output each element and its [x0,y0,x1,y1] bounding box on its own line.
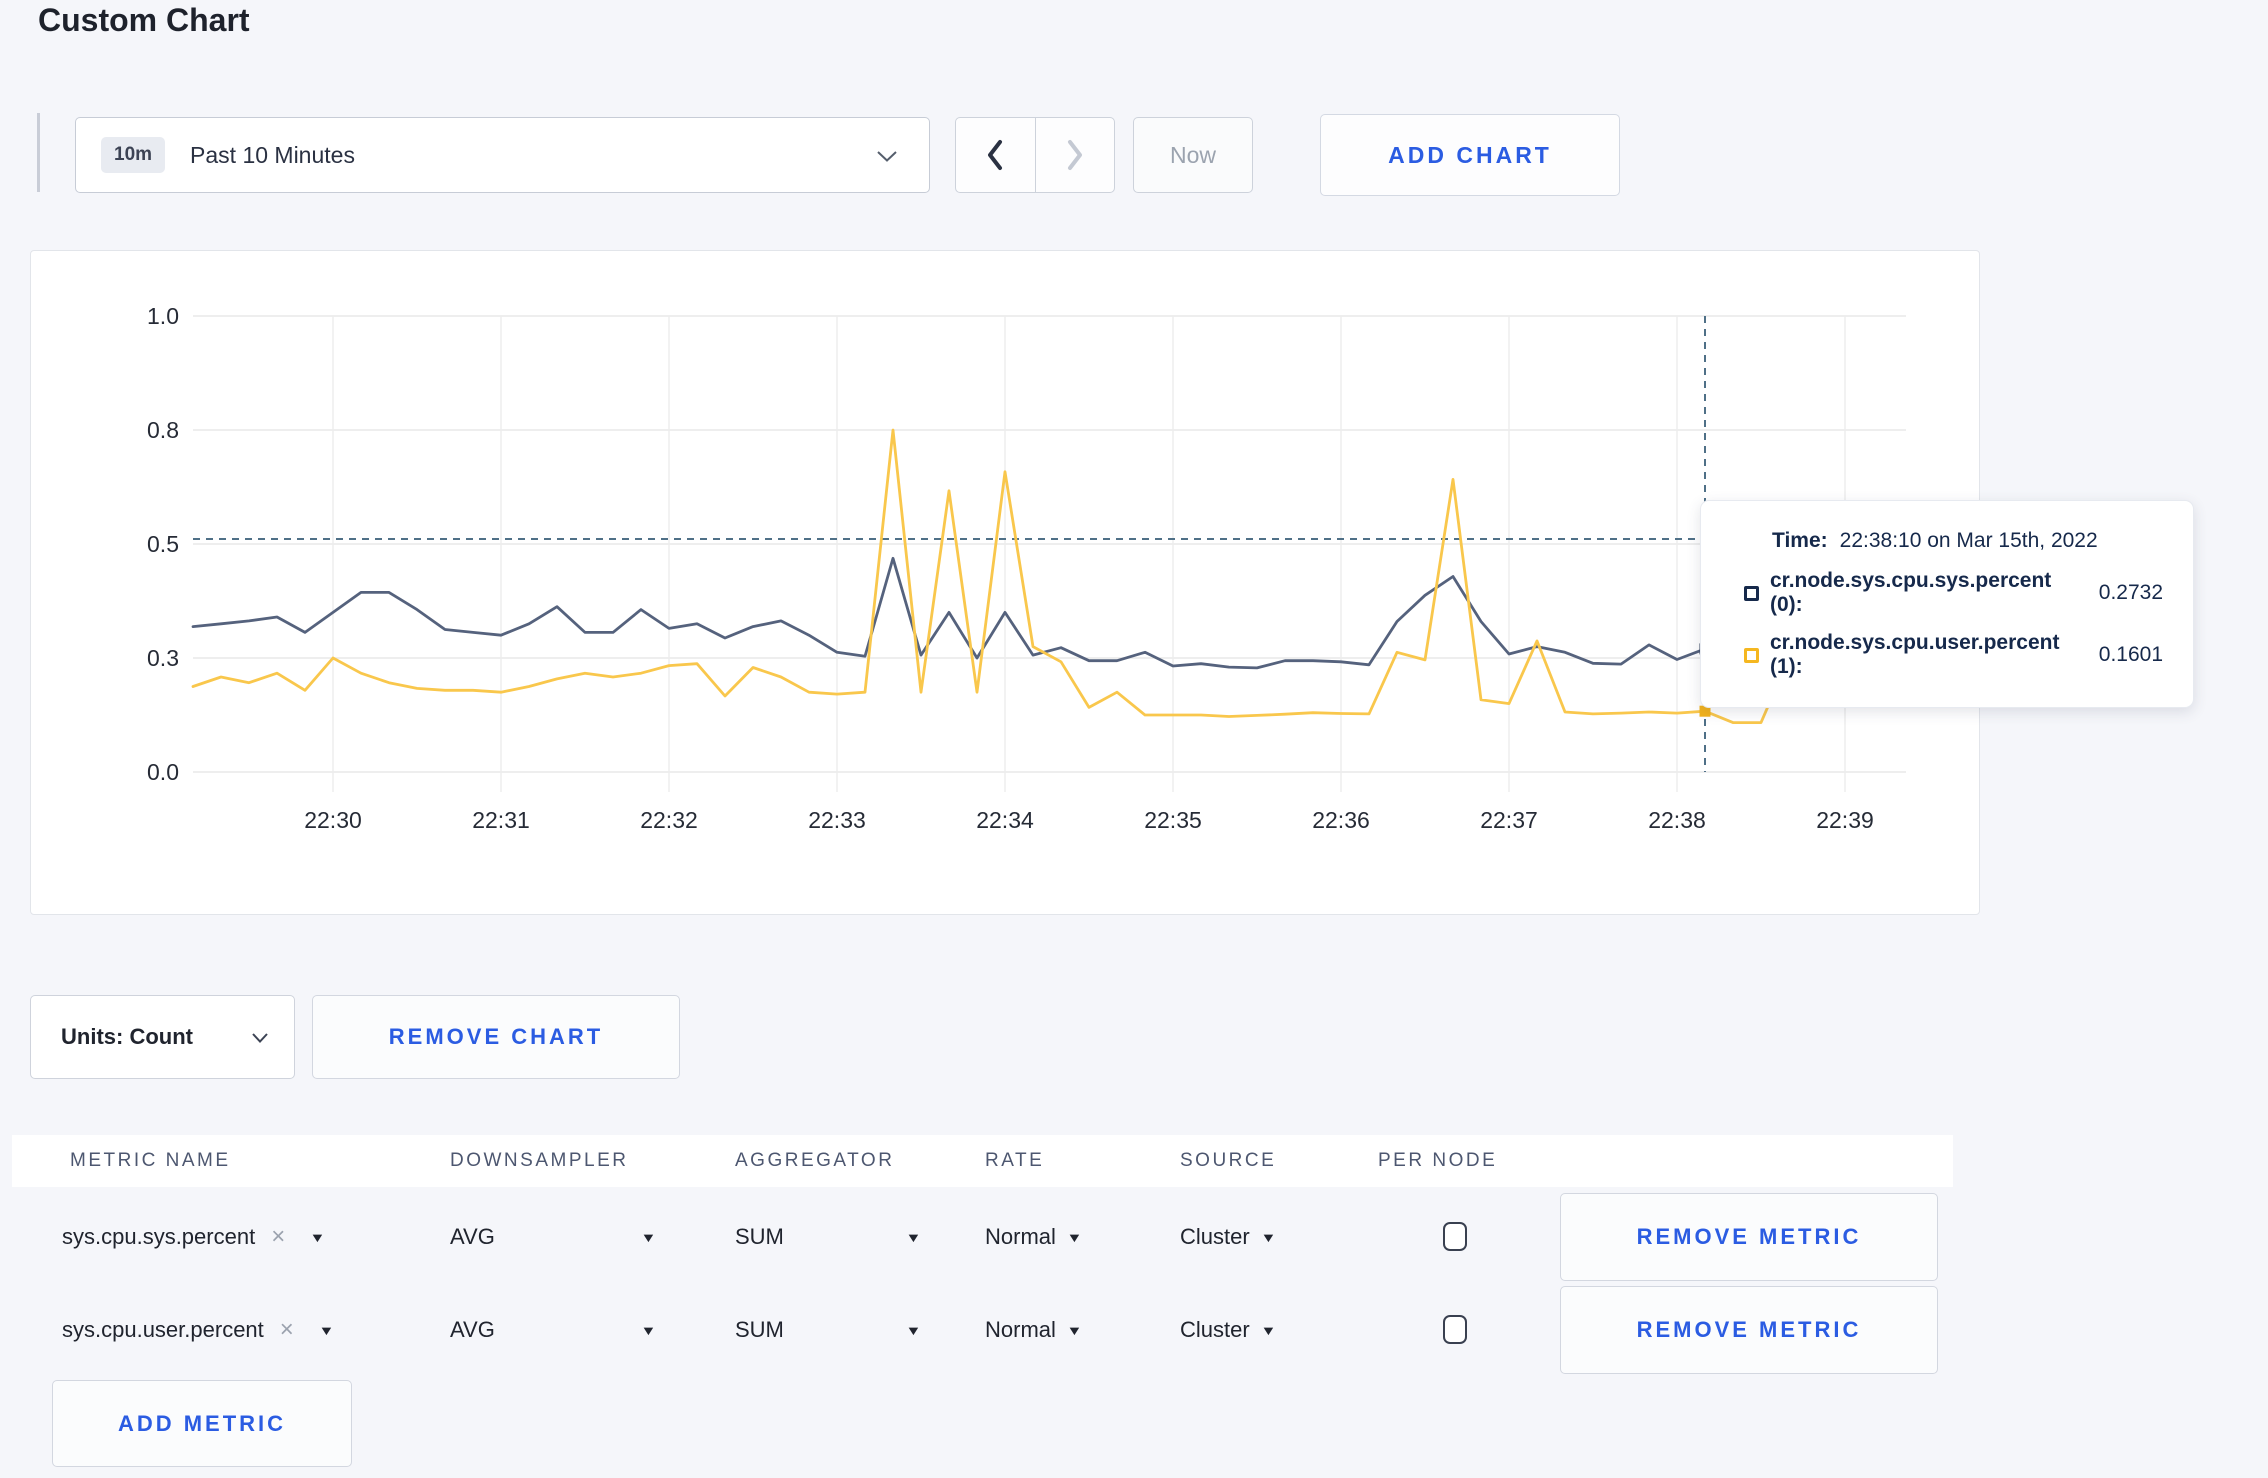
page-title: Custom Chart [38,2,250,38]
x-axis-label: 22:34 [976,807,1034,833]
caret-down-icon: ▼ [640,1322,657,1338]
toolbar-divider [37,113,40,192]
rate-value: Normal [985,1224,1056,1249]
rate-value: Normal [985,1317,1056,1342]
y-axis-label: 1.0 [147,303,179,329]
source-value: Cluster [1180,1224,1250,1249]
remove-chart-button[interactable]: REMOVE CHART [312,995,680,1079]
x-axis-label: 22:30 [304,807,362,833]
x-axis-label: 22:36 [1312,807,1370,833]
aggregator-value: SUM [735,1224,784,1249]
range-badge: 10m [101,137,166,173]
metrics-table-header: METRIC NAME DOWNSAMPLER AGGREGATOR RATE … [12,1135,1953,1187]
y-axis-label: 0.0 [147,759,179,785]
caret-down-icon: ▼ [1066,1322,1083,1338]
metric-name-value: sys.cpu.user.percent [62,1317,264,1342]
caret-down-icon: ▼ [905,1322,922,1338]
time-range-select[interactable]: 10m Past 10 Minutes [75,117,930,193]
caret-down-icon: ▼ [905,1229,922,1245]
caret-down-icon: ▼ [640,1229,657,1245]
x-axis-label: 22:33 [808,807,866,833]
tooltip-series-row: cr.node.sys.cpu.sys.percent (0): 0.2732 [1744,569,2163,617]
aggregator-value: SUM [735,1317,784,1342]
range-label: Past 10 Minutes [190,141,355,168]
tooltip-series-value: 0.2732 [2098,581,2163,604]
add-chart-button[interactable]: ADD CHART [1320,114,1620,196]
units-select[interactable]: Units: Count [30,995,295,1079]
metric-name-select[interactable]: sys.cpu.user.percent × ▼ [62,1282,335,1378]
chevron-down-icon [877,151,897,162]
tooltip-series-value: 0.1601 [2098,643,2163,666]
column-header-rate: RATE [985,1150,1045,1171]
y-axis-label: 0.3 [147,645,179,671]
caret-down-icon: ▼ [1260,1322,1277,1338]
tooltip-time-label: Time: [1772,529,1828,552]
x-axis-label: 22:35 [1144,807,1202,833]
metric-name-value: sys.cpu.sys.percent [62,1224,256,1249]
tooltip-time-value: 22:38:10 on Mar 15th, 2022 [1839,529,2098,552]
metric-row: sys.cpu.user.percent × ▼ AVG ▼ SUM ▼ Nor… [0,1282,2268,1378]
source-value: Cluster [1180,1317,1250,1342]
per-node-checkbox[interactable] [1443,1222,1467,1251]
now-button[interactable]: Now [1133,117,1253,193]
per-node-checkbox[interactable] [1443,1315,1467,1344]
clear-metric-icon[interactable]: × [280,1316,294,1344]
sys-series-swatch-icon [1744,585,1759,601]
aggregator-select[interactable]: SUM ▼ [735,1282,922,1378]
downsampler-select[interactable]: AVG ▼ [450,1282,657,1378]
x-axis-label: 22:31 [472,807,530,833]
aggregator-select[interactable]: SUM ▼ [735,1189,922,1285]
tooltip-series-label: cr.node.sys.cpu.user.percent (1): [1770,631,2060,678]
tooltip-series-label: cr.node.sys.cpu.sys.percent (0): [1770,569,2052,616]
metric-name-select[interactable]: sys.cpu.sys.percent × ▼ [62,1189,326,1285]
x-axis-label: 22:39 [1816,807,1874,833]
remove-metric-button[interactable]: REMOVE METRIC [1560,1286,1938,1374]
remove-metric-button[interactable]: REMOVE METRIC [1560,1193,1938,1281]
column-header-source: SOURCE [1180,1150,1277,1171]
chart-card: 0.0 0.3 0.5 0.8 1.0 22:30 22:31 22:32 22:33 22:34… [30,250,1980,915]
column-header-aggregator: AGGREGATOR [735,1150,895,1171]
units-label: Units: Count [61,1024,193,1049]
caret-down-icon: ▼ [1260,1229,1277,1245]
caret-down-icon: ▼ [1066,1229,1083,1245]
x-axis-label: 22:38 [1648,807,1706,833]
downsampler-value: AVG [450,1224,495,1249]
y-axis-label: 0.8 [147,417,179,443]
next-range-button[interactable] [1036,118,1115,192]
caret-down-icon: ▼ [318,1322,335,1338]
source-select[interactable]: Cluster ▼ [1180,1189,1277,1285]
custom-chart-page: Custom Chart 10m Past 10 Minutes Now ADD… [0,0,2268,1478]
metric-row: sys.cpu.sys.percent × ▼ AVG ▼ SUM ▼ Norm… [0,1189,2268,1285]
column-header-metric-name: METRIC NAME [70,1150,231,1171]
chevron-down-icon [252,1033,268,1043]
time-nav-group [955,117,1115,193]
clear-metric-icon[interactable]: × [271,1223,285,1251]
user-series-swatch-icon [1744,647,1759,663]
rate-select[interactable]: Normal ▼ [985,1282,1083,1378]
caret-down-icon: ▼ [309,1229,326,1245]
column-header-per-node: PER NODE [1378,1150,1498,1171]
chevron-right-icon [1067,140,1082,170]
y-axis-label: 0.5 [147,531,179,557]
tooltip-time-row: Time: 22:38:10 on Mar 15th, 2022 [1772,529,2163,553]
chart-tooltip: Time: 22:38:10 on Mar 15th, 2022 cr.node.… [1700,500,2194,708]
chevron-left-icon [988,140,1003,170]
column-header-downsampler: DOWNSAMPLER [450,1150,629,1171]
x-axis-label: 22:37 [1480,807,1538,833]
downsampler-select[interactable]: AVG ▼ [450,1189,657,1285]
rate-select[interactable]: Normal ▼ [985,1189,1083,1285]
add-metric-button[interactable]: ADD METRIC [52,1380,352,1467]
downsampler-value: AVG [450,1317,495,1342]
source-select[interactable]: Cluster ▼ [1180,1282,1277,1378]
tooltip-series-row: cr.node.sys.cpu.user.percent (1): 0.1601 [1744,631,2163,679]
x-axis-label: 22:32 [640,807,698,833]
prev-range-button[interactable] [956,118,1036,192]
